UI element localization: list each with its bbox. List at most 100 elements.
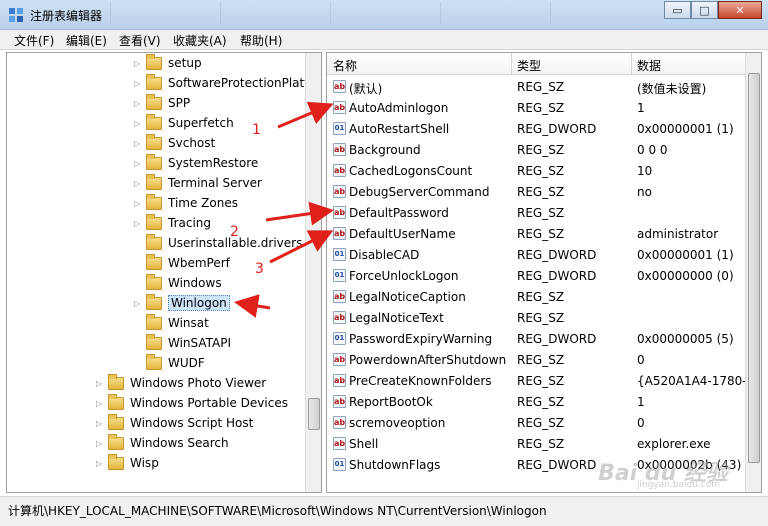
expand-arrow-icon[interactable]: ▷ (134, 119, 144, 128)
value-data: 10 (637, 164, 653, 178)
tree-item[interactable]: ▷ SoftwareProtectionPlatf (134, 73, 308, 93)
tree-item-label: Wisp (130, 456, 159, 470)
value-type: REG_SZ (517, 311, 565, 325)
list-scrollbar[interactable] (745, 53, 761, 492)
maximize-button[interactable]: □ (691, 1, 718, 19)
value-row[interactable]: 01 AutoRestartShell REG_DWORD 0x00000001 (1… (327, 119, 747, 140)
title-bar: 注册表编辑器 ▭ □ ✕ (0, 0, 768, 30)
expand-arrow-icon[interactable]: ▷ (134, 139, 144, 148)
expand-arrow-icon[interactable]: ▷ (134, 219, 144, 228)
value-row[interactable]: ab AutoAdminlogon REG_SZ 1 (327, 98, 747, 119)
value-row[interactable]: ab Background REG_SZ 0 0 0 (327, 140, 747, 161)
tree-item[interactable]: WbemPerf (134, 253, 230, 273)
value-row[interactable]: ab PowerdownAfterShutdown REG_SZ 0 (327, 350, 747, 371)
expand-arrow-icon[interactable]: ▷ (96, 419, 106, 428)
maximize-icon: □ (699, 3, 710, 17)
value-row[interactable]: 01 ForceUnlockLogon REG_DWORD 0x00000000 (0… (327, 266, 747, 287)
column-divider[interactable] (511, 53, 512, 75)
value-row[interactable]: ab CachedLogonsCount REG_SZ 10 (327, 161, 747, 182)
binary-value-icon: 01 (333, 458, 346, 471)
tree-item[interactable]: ▷ Windows Search (96, 433, 229, 453)
value-row[interactable]: 01 DisableCAD REG_DWORD 0x00000001 (1) (327, 245, 747, 266)
status-bar: 计算机\HKEY_LOCAL_MACHINE\SOFTWARE\Microsof… (0, 496, 768, 526)
value-row[interactable]: ab scremoveoption REG_SZ 0 (327, 413, 747, 434)
minimize-button[interactable]: ▭ (664, 1, 691, 19)
menu-favorites[interactable]: 收藏夹(A) (173, 32, 227, 49)
string-value-icon: ab (333, 311, 346, 324)
expand-arrow-icon[interactable]: ▷ (134, 79, 144, 88)
column-name[interactable]: 名称 (333, 57, 357, 74)
value-row[interactable]: ab DefaultPassword REG_SZ (327, 203, 747, 224)
binary-value-icon: 01 (333, 122, 346, 135)
tree-item[interactable]: ▷ Svchost (134, 133, 215, 153)
tree-item-label: Tracing (168, 216, 212, 230)
value-row[interactable]: ab PreCreateKnownFolders REG_SZ {A520A1A4-1… (327, 371, 747, 392)
window-title: 注册表编辑器 (30, 9, 103, 23)
tree-item[interactable]: Winsat (134, 313, 209, 333)
tree-item[interactable]: ▷ SystemRestore (134, 153, 258, 173)
value-type: REG_SZ (517, 206, 565, 220)
list-scroll-thumb[interactable] (748, 73, 760, 463)
expand-arrow-icon[interactable]: ▷ (134, 199, 144, 208)
folder-icon (146, 213, 162, 230)
tree-item[interactable]: ▷ Windows Portable Devices (96, 393, 288, 413)
value-row[interactable]: ab LegalNoticeText REG_SZ (327, 308, 747, 329)
tree-item[interactable]: ▷ Windows Script Host (96, 413, 253, 433)
expand-arrow-icon[interactable]: ▷ (96, 459, 106, 468)
tree-item[interactable]: ▷ Windows Photo Viewer (96, 373, 266, 393)
menu-help[interactable]: 帮助(H) (240, 32, 282, 49)
value-data: administrator (637, 227, 719, 241)
value-type: REG_SZ (517, 143, 565, 157)
tree-item-label: Winsat (168, 316, 209, 330)
expand-arrow-icon[interactable]: ▷ (134, 299, 144, 308)
close-icon: ✕ (735, 3, 745, 17)
expand-arrow-icon[interactable]: ▷ (134, 59, 144, 68)
value-name: DefaultPassword (349, 206, 449, 220)
value-row[interactable]: ab (默认) REG_SZ (数值未设置) (327, 77, 747, 98)
tree-item[interactable]: Windows (134, 273, 222, 293)
values-list[interactable]: 名称 类型 数据 ab (默认) REG_SZ (数值未设置) ab AutoAdminl… (326, 52, 762, 493)
folder-icon (108, 393, 124, 410)
close-button[interactable]: ✕ (718, 1, 762, 19)
expand-arrow-icon[interactable]: ▷ (134, 179, 144, 188)
value-row[interactable]: ab Shell REG_SZ explorer.exe (327, 434, 747, 455)
column-divider[interactable] (631, 53, 632, 75)
tree-item[interactable]: ▷ Tracing (134, 213, 211, 233)
tree-item[interactable]: ▷ Superfetch (134, 113, 234, 133)
value-name: ReportBootOk (349, 395, 433, 409)
tree-item[interactable]: ▷ SPP (134, 93, 190, 113)
column-data[interactable]: 数据 (637, 57, 661, 74)
tree-item[interactable]: Userinstallable.drivers (134, 233, 302, 253)
tree-item[interactable]: ▷ Winlogon (134, 293, 230, 313)
menu-file[interactable]: 文件(F) (14, 32, 54, 49)
tree-item-label: WinSATAPI (168, 336, 232, 350)
string-value-icon: ab (333, 164, 346, 177)
value-name: DebugServerCommand (349, 185, 490, 199)
expand-arrow-icon[interactable]: ▷ (134, 159, 144, 168)
expand-arrow-icon[interactable]: ▷ (134, 99, 144, 108)
tree-item[interactable]: ▷ Wisp (96, 453, 159, 473)
tree-item[interactable]: WUDF (134, 353, 205, 373)
registry-tree[interactable]: ▷ setup ▷ SoftwareProtectionPlatf ▷ SPP ▷ Super… (6, 52, 322, 493)
value-row[interactable]: ab ReportBootOk REG_SZ 1 (327, 392, 747, 413)
value-row[interactable]: ab LegalNoticeCaption REG_SZ (327, 287, 747, 308)
tree-scrollbar[interactable] (305, 53, 321, 492)
tree-item[interactable]: ▷ setup (134, 53, 202, 73)
tree-item[interactable]: WinSATAPI (134, 333, 231, 353)
tree-item[interactable]: ▷ Terminal Server (134, 173, 262, 193)
expand-arrow-icon[interactable]: ▷ (96, 439, 106, 448)
column-type[interactable]: 类型 (517, 57, 541, 74)
tree-scroll-thumb[interactable] (308, 398, 320, 430)
expand-arrow-icon[interactable]: ▷ (96, 399, 106, 408)
value-row[interactable]: ab DebugServerCommand REG_SZ no (327, 182, 747, 203)
expand-arrow-icon[interactable]: ▷ (96, 379, 106, 388)
value-name: AutoAdminlogon (349, 101, 449, 115)
menu-view[interactable]: 查看(V) (119, 32, 161, 49)
string-value-icon: ab (333, 227, 346, 240)
value-row[interactable]: 01 PasswordExpiryWarning REG_DWORD 0x000000… (327, 329, 747, 350)
value-data: 0 (637, 416, 645, 430)
value-row[interactable]: ab DefaultUserName REG_SZ administrator (327, 224, 747, 245)
string-value-icon: ab (333, 101, 346, 114)
menu-edit[interactable]: 编辑(E) (66, 32, 107, 49)
tree-item[interactable]: ▷ Time Zones (134, 193, 238, 213)
